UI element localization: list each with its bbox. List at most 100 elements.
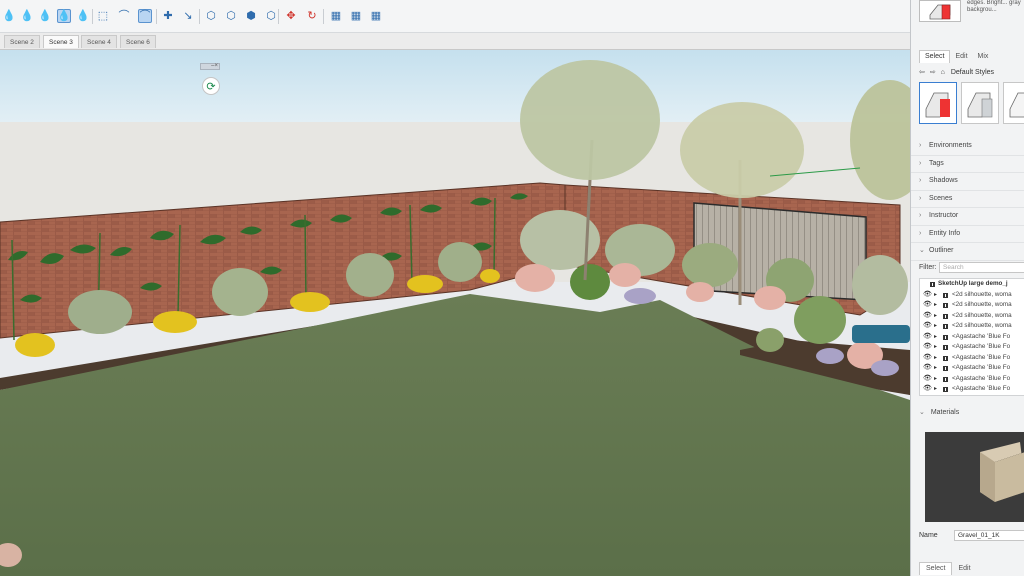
material-name-input[interactable]: Gravel_01_1K (954, 530, 1024, 541)
back-arrow-icon[interactable]: ⇦ (919, 69, 925, 76)
expand-arrow-icon[interactable]: ▸ (934, 321, 937, 332)
tab-mix[interactable]: Mix (973, 51, 994, 63)
expand-arrow-icon[interactable]: ▸ (934, 384, 937, 395)
section-materials[interactable]: ⌄ Materials (919, 407, 1024, 419)
grid-plane-alt-icon[interactable]: ▦ (349, 9, 363, 23)
outliner-row[interactable]: 👁 ▸ <2d silhouette, woma (920, 321, 1024, 332)
hexagon-small-icon[interactable]: ⬡ (264, 9, 278, 23)
outliner-row-label: <Agastache 'Blue Fo (952, 353, 1011, 361)
hexagon-filled-icon[interactable]: ⬢ (244, 9, 258, 23)
outliner-row-label: <2d silhouette, woma (952, 322, 1012, 329)
tab-select[interactable]: Select (919, 50, 951, 63)
section-shadows[interactable]: › Shadows (911, 173, 1024, 191)
section-label: Outliner (929, 247, 954, 254)
component-icon (943, 303, 948, 308)
forward-arrow-icon[interactable]: ⇨ (930, 69, 936, 76)
section-outliner[interactable]: ⌄ Outliner (911, 243, 1024, 261)
magnet-active-icon[interactable]: ⌒ (138, 9, 152, 23)
refresh-icon[interactable]: ⟳ (202, 77, 220, 95)
chevron-right-icon: › (919, 159, 922, 167)
eye-icon[interactable]: 👁 (923, 300, 932, 311)
style-preview-thumb (919, 0, 961, 22)
style-thumb-3[interactable] (1003, 82, 1024, 124)
tab-edit[interactable]: Edit (950, 51, 972, 63)
component-icon (943, 334, 948, 340)
name-label: Name (919, 532, 938, 539)
eye-icon[interactable]: 👁 (923, 384, 932, 395)
style-collection-select[interactable]: Default Styles (951, 69, 994, 76)
connect-line-icon[interactable]: ↘ (181, 9, 195, 23)
expand-arrow-icon[interactable]: ▸ (934, 342, 937, 353)
model-viewport[interactable]: –× ⟳ (0, 50, 910, 576)
add-point-icon[interactable]: ✚ (161, 9, 175, 23)
rotate-red-icon[interactable]: ↻ (305, 9, 319, 23)
outliner-row-label: <2d silhouette, woma (952, 311, 1012, 319)
eye-icon[interactable]: 👁 (923, 311, 932, 322)
outliner-row[interactable]: 👁 ▸ <Agastache 'Blue Fo (920, 353, 1024, 364)
dashed-select-icon[interactable]: ⬚ (96, 9, 110, 23)
home-icon[interactable]: ⌂ (941, 69, 945, 76)
eye-icon[interactable]: 👁 (923, 353, 932, 364)
tab-scene-4[interactable]: Scene 4 (81, 35, 117, 48)
filter-search-input[interactable]: Search (939, 262, 1024, 273)
section-entity-info[interactable]: › Entity Info (911, 226, 1024, 243)
tab-scene-6[interactable]: Scene 6 (120, 35, 156, 48)
section-environments[interactable]: › Environments (911, 138, 1024, 156)
paint-drop-blue-icon[interactable]: 💧 (38, 9, 52, 23)
floating-widget[interactable]: –× ⟳ (200, 63, 220, 98)
section-tags[interactable]: › Tags (911, 156, 1024, 173)
expand-arrow-icon[interactable]: ▸ (934, 311, 937, 322)
tab-edit[interactable]: Edit (952, 563, 976, 575)
toolbar-separator (156, 9, 157, 24)
grid-plane-third-icon[interactable]: ▦ (369, 9, 383, 23)
section-label: Environments (929, 142, 972, 149)
eye-icon[interactable]: 👁 (923, 342, 932, 353)
expand-arrow-icon[interactable]: ▸ (934, 353, 937, 364)
outliner-row-label: <Agastache 'Blue Fo (952, 364, 1011, 371)
outliner-row[interactable]: 👁 ▸ <Agastache 'Blue Fo (920, 332, 1024, 343)
outliner-row-label: <Agastache 'Blue Fo (952, 374, 1011, 382)
hexagon-alt-icon[interactable]: ⬡ (224, 9, 238, 23)
tab-scene-2[interactable]: Scene 2 (4, 35, 40, 48)
section-instructor[interactable]: › Instructor (911, 208, 1024, 226)
eye-icon[interactable]: 👁 (923, 332, 932, 343)
style-thumb-1[interactable] (919, 82, 957, 124)
outliner-row[interactable]: 👁 ▸ <Agastache 'Blue Fo (920, 342, 1024, 353)
paint-drop-outline-icon[interactable]: 💧 (2, 9, 16, 23)
expand-arrow-icon[interactable]: ▸ (934, 374, 937, 385)
outliner-row[interactable]: 👁 ▸ <2d silhouette, woma (920, 290, 1024, 301)
outliner-root-label: SketchUp large demo_j (938, 280, 1008, 287)
component-icon (943, 313, 948, 319)
eye-icon[interactable]: 👁 (923, 321, 932, 332)
grid-plane-icon[interactable]: ▦ (329, 9, 343, 23)
eye-icon[interactable]: 👁 (923, 363, 932, 374)
eye-icon[interactable]: 👁 (923, 374, 932, 385)
outliner-row[interactable]: 👁 ▸ <Agastache 'Blue Fo (920, 374, 1024, 385)
eye-icon[interactable]: 👁 (923, 290, 932, 301)
tab-scene-3[interactable]: Scene 3 (43, 35, 79, 48)
magnet-icon[interactable]: ⌒ (117, 9, 131, 23)
outliner-row[interactable]: 👁 ▸ <2d silhouette, woma (920, 300, 1024, 311)
expand-arrow-icon[interactable]: ▸ (934, 363, 937, 374)
paint-drop-pale-icon[interactable]: 💧 (76, 9, 90, 23)
paint-drop-active-icon[interactable]: 💧 (57, 9, 71, 23)
outliner-row[interactable]: 👁 ▸ <2d silhouette, woma (920, 311, 1024, 322)
section-label: Shadows (929, 177, 958, 184)
outliner-row[interactable]: 👁 ▸ <Agastache 'Blue Fo (920, 384, 1024, 395)
widget-titlebar[interactable]: –× (200, 63, 220, 70)
section-label: Scenes (929, 194, 953, 202)
outliner-root-row[interactable]: SketchUp large demo_j (920, 279, 1024, 290)
tab-select[interactable]: Select (919, 562, 953, 575)
section-scenes[interactable]: › Scenes (911, 191, 1024, 208)
styles-tabs: Select Edit Mix (919, 50, 994, 63)
expand-arrow-icon[interactable]: ▸ (934, 290, 937, 301)
expand-arrow-icon[interactable]: ▸ (934, 300, 937, 311)
style-thumb-2[interactable] (961, 82, 999, 124)
filter-label: Filter: (919, 264, 937, 271)
move-red-icon[interactable]: ✥ (284, 9, 298, 23)
expand-arrow-icon[interactable]: ▸ (934, 332, 937, 343)
outliner-row[interactable]: 👁 ▸ <Agastache 'Blue Fo (920, 363, 1024, 374)
paint-drop-light-icon[interactable]: 💧 (20, 9, 34, 23)
materials-label: Materials (930, 409, 960, 416)
hexagon-outline-icon[interactable]: ⬡ (204, 9, 218, 23)
